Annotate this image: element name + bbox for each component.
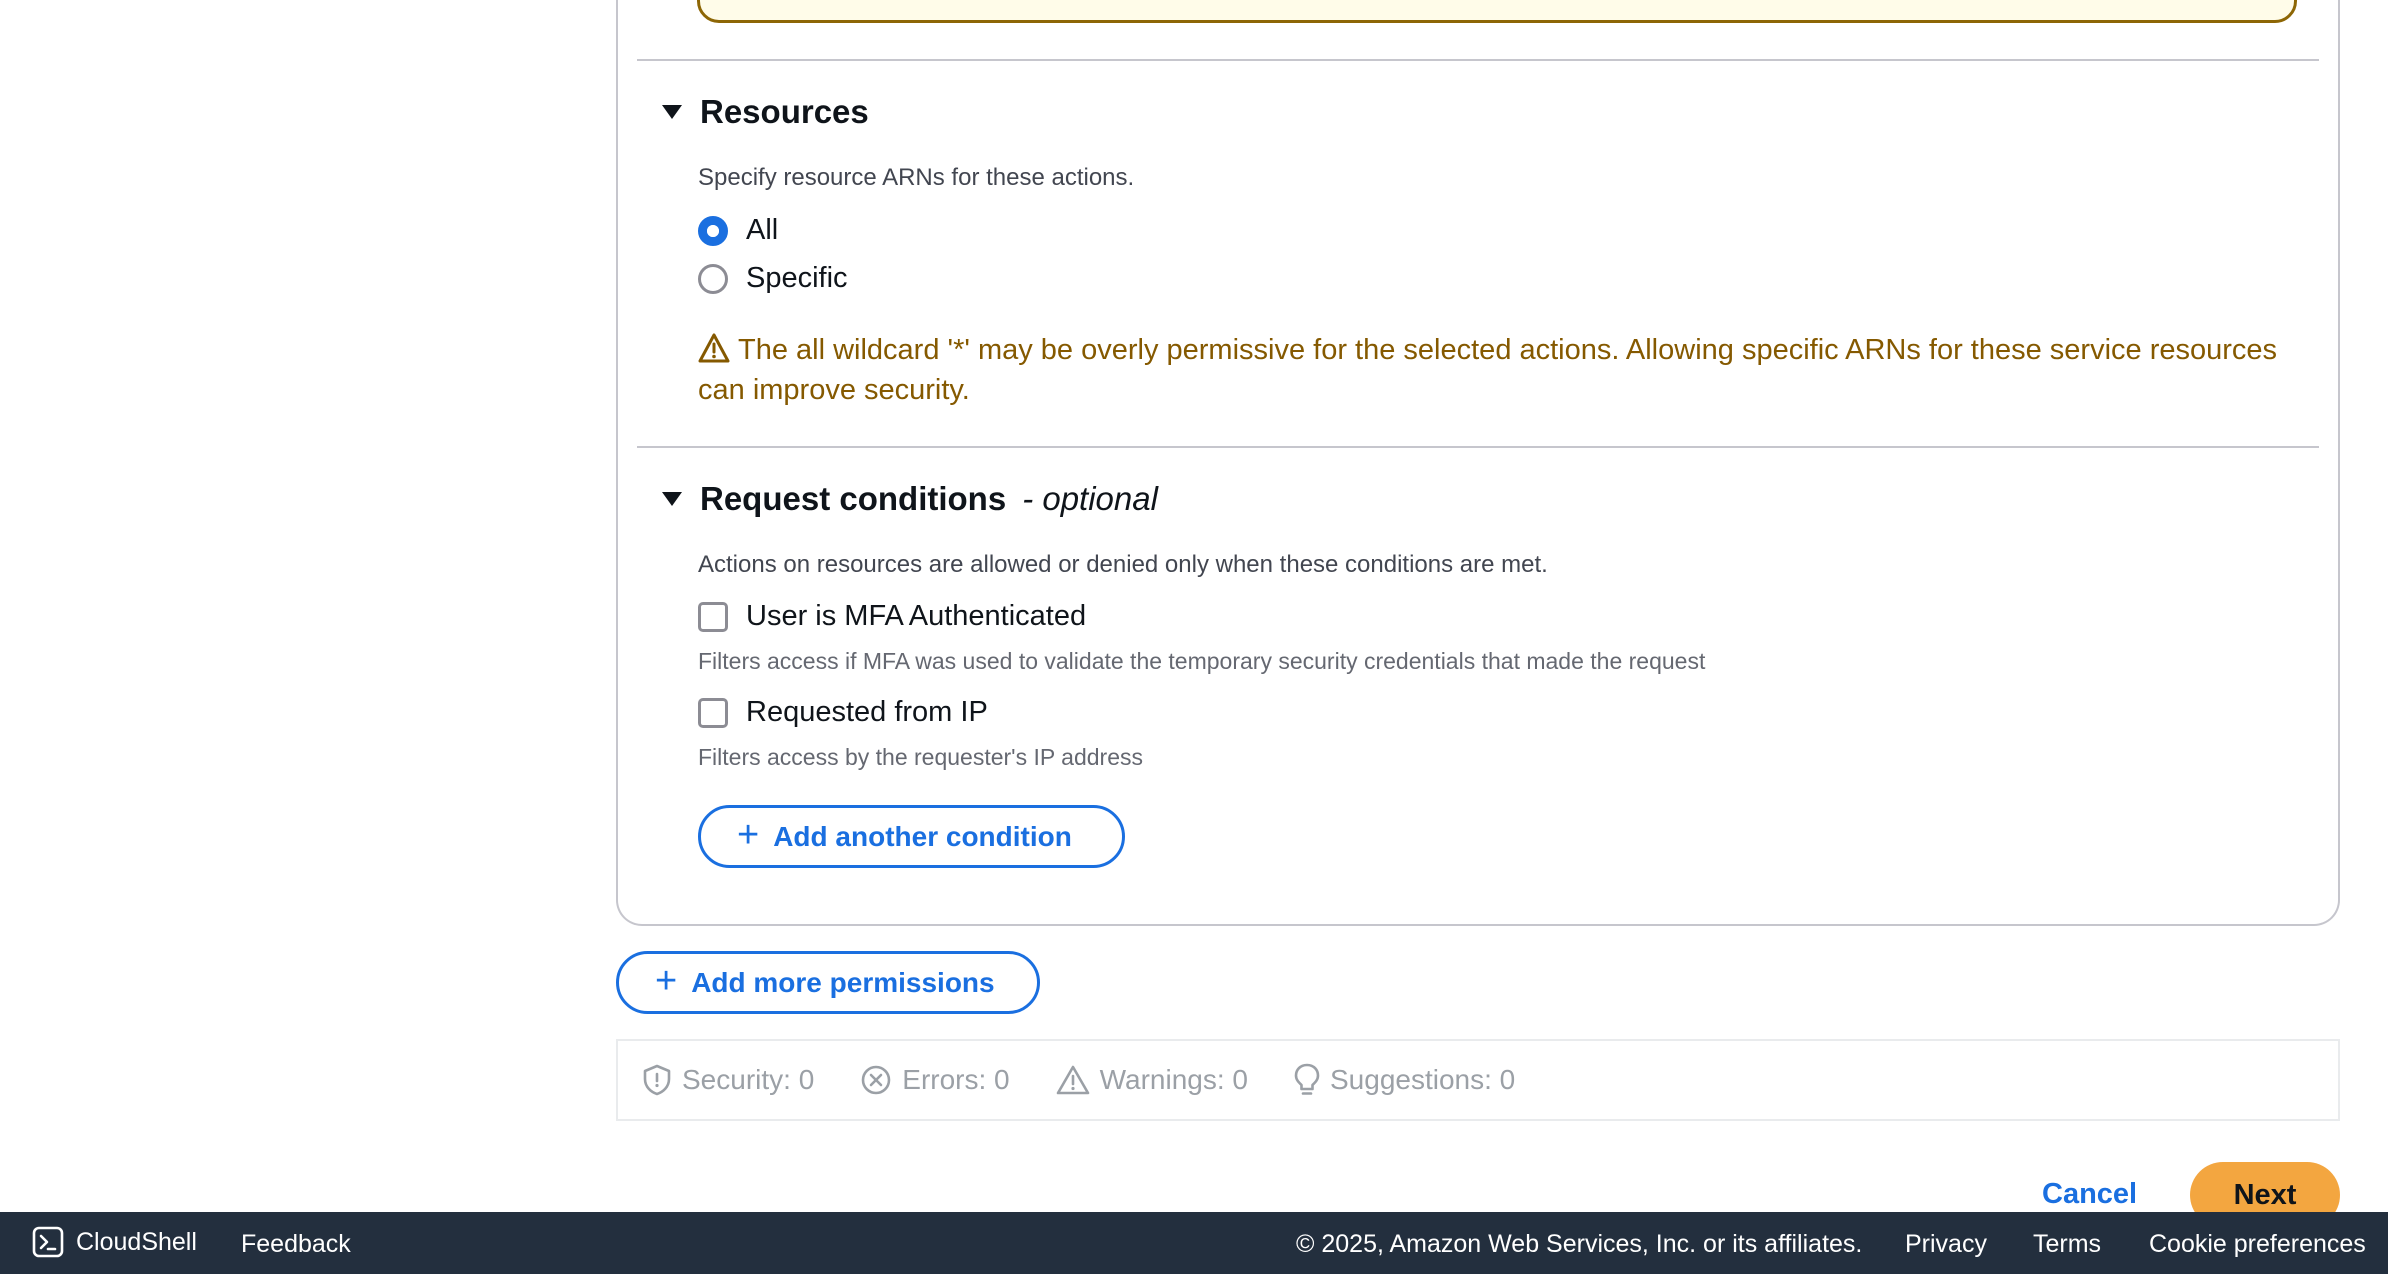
add-more-permissions-label: Add more permissions xyxy=(691,966,995,998)
console-footer: CloudShell Feedback © 2025, Amazon Web S… xyxy=(0,1212,2388,1274)
cancel-button[interactable]: Cancel xyxy=(2042,1178,2137,1211)
section-divider xyxy=(637,59,2319,61)
checkbox-mfa-hint: Filters access if MFA was used to valida… xyxy=(698,648,1706,674)
shield-icon xyxy=(643,1064,671,1096)
errors-count[interactable]: Errors: 0 xyxy=(860,1064,1010,1096)
caret-down-icon xyxy=(662,492,682,506)
checkbox[interactable] xyxy=(698,601,728,632)
security-count-text: Security: 0 xyxy=(682,1064,815,1095)
checkbox-mfa-label: User is MFA Authenticated xyxy=(746,600,1087,632)
wildcard-warning-text: The all wildcard '*' may be overly permi… xyxy=(698,334,2278,406)
radio-button-selected[interactable] xyxy=(698,215,728,246)
add-another-condition-button[interactable]: + Add another condition xyxy=(698,805,1125,868)
checkbox-mfa[interactable]: User is MFA Authenticated xyxy=(698,600,1086,633)
errors-count-text: Errors: 0 xyxy=(902,1064,1010,1095)
radio-all-label: All xyxy=(746,214,779,246)
policy-validation-bar: Security: 0 Errors: 0 Warnings: 0 Sugges… xyxy=(616,1039,2340,1121)
feedback-link[interactable]: Feedback xyxy=(241,1230,351,1259)
security-count[interactable]: Security: 0 xyxy=(642,1064,814,1096)
terms-link[interactable]: Terms xyxy=(2033,1230,2101,1259)
warnings-count[interactable]: Warnings: 0 xyxy=(1056,1064,1248,1096)
add-more-permissions-button[interactable]: + Add more permissions xyxy=(616,951,1040,1014)
terminal-icon xyxy=(32,1226,64,1258)
resources-section-toggle[interactable]: Resources xyxy=(662,93,869,131)
resources-title: Resources xyxy=(700,93,869,130)
cloudshell-button[interactable]: CloudShell xyxy=(32,1226,197,1258)
plus-icon: + xyxy=(655,959,678,1002)
conditions-section-toggle[interactable]: Request conditions - optional xyxy=(662,480,1158,518)
optional-label: - optional xyxy=(1022,480,1158,517)
checkbox-ip-label: Requested from IP xyxy=(746,696,988,728)
wildcard-warning: The all wildcard '*' may be overly permi… xyxy=(698,330,2318,410)
error-circle-icon xyxy=(861,1065,891,1095)
conditions-description: Actions on resources are allowed or deni… xyxy=(698,551,1548,578)
warnings-count-text: Warnings: 0 xyxy=(1099,1064,1248,1095)
conditions-title: Request conditions xyxy=(700,480,1007,517)
radio-all[interactable]: All xyxy=(698,214,778,247)
suggestions-count-text: Suggestions: 0 xyxy=(1330,1064,1516,1095)
section-divider xyxy=(637,446,2319,448)
checkbox-ip[interactable]: Requested from IP xyxy=(698,696,988,729)
add-another-condition-label: Add another condition xyxy=(773,820,1072,852)
resources-description: Specify resource ARNs for these actions. xyxy=(698,164,1135,191)
checkbox-ip-hint: Filters access by the requester's IP add… xyxy=(698,744,1143,770)
permissions-panel xyxy=(616,0,2340,926)
caret-down-icon xyxy=(662,105,682,119)
checkbox[interactable] xyxy=(698,697,728,728)
plus-icon: + xyxy=(737,813,760,856)
cloudshell-label: CloudShell xyxy=(76,1227,197,1256)
warning-icon xyxy=(698,333,730,363)
warning-alert-box xyxy=(697,0,2297,23)
copyright-text: © 2025, Amazon Web Services, Inc. or its… xyxy=(1296,1230,1863,1258)
radio-specific[interactable]: Specific xyxy=(698,262,848,295)
radio-specific-label: Specific xyxy=(746,262,848,294)
lightbulb-icon xyxy=(1294,1063,1320,1095)
radio-button[interactable] xyxy=(698,263,728,294)
suggestions-count[interactable]: Suggestions: 0 xyxy=(1294,1063,1515,1097)
cookie-preferences-link[interactable]: Cookie preferences xyxy=(2149,1230,2366,1259)
privacy-link[interactable]: Privacy xyxy=(1905,1230,1987,1259)
warning-icon xyxy=(1056,1065,1089,1095)
